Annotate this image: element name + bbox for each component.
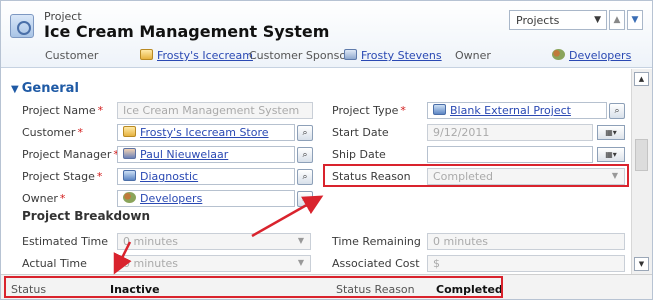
project-stage-lookup-icon[interactable]: ⌕ xyxy=(297,169,313,185)
estimated-time-label: Estimated Time xyxy=(22,235,108,248)
project-type-lookup-icon[interactable]: ⌕ xyxy=(609,103,625,119)
project-type-field[interactable]: Blank External Project xyxy=(427,102,607,119)
ship-date-calendar-icon[interactable]: ▦▾ xyxy=(597,147,625,162)
header-customer-link[interactable]: Frosty's Icecream xyxy=(140,49,253,62)
project-name-label: Project Name * xyxy=(22,104,104,117)
associated-cost-field[interactable]: $ xyxy=(427,255,625,272)
project-breakdown-heading: Project Breakdown xyxy=(22,209,150,223)
header-owner-link[interactable]: Developers xyxy=(552,49,631,62)
project-icon xyxy=(10,14,34,38)
ship-date-field[interactable] xyxy=(427,146,593,163)
associated-cost-label: Associated Cost xyxy=(332,257,420,270)
chevron-down-icon: ▼ xyxy=(297,236,304,245)
customer-lookup-icon[interactable]: ⌕ xyxy=(297,125,313,141)
collapse-icon: ▼ xyxy=(11,84,19,95)
ship-date-label: Ship Date xyxy=(332,148,386,161)
customer-label: Customer * xyxy=(22,126,83,139)
team-icon xyxy=(552,49,565,60)
project-manager-label: Project Manager* xyxy=(22,148,119,161)
chevron-down-icon: ▼ xyxy=(594,15,601,25)
header-owner-label: Owner xyxy=(455,49,491,62)
record-title: Ice Cream Management System xyxy=(44,22,330,41)
project-stage-field[interactable]: Diagnostic xyxy=(117,168,295,185)
scroll-up-icon[interactable]: ▲ xyxy=(634,72,649,86)
estimated-time-field[interactable]: 0 minutes ▼ xyxy=(117,233,311,250)
account-icon xyxy=(123,126,136,137)
status-reason-highlight xyxy=(323,164,629,187)
project-manager-field[interactable]: Paul Nieuwelaar xyxy=(117,146,295,163)
owner-lookup-icon[interactable]: ⌕ xyxy=(297,191,313,207)
owner-label: Owner * xyxy=(22,192,66,205)
status-bar-highlight xyxy=(4,276,503,298)
next-record-button[interactable]: ▼ xyxy=(627,10,643,30)
project-type-label: Project Type * xyxy=(332,104,406,117)
chevron-down-icon: ▼ xyxy=(297,258,304,267)
owner-field[interactable]: Developers xyxy=(117,190,295,207)
scrollbar-thumb[interactable] xyxy=(635,139,648,171)
project-stage-icon xyxy=(123,170,136,181)
time-remaining-field[interactable]: 0 minutes xyxy=(427,233,625,250)
scroll-down-icon[interactable]: ▼ xyxy=(634,257,649,271)
project-stage-label: Project Stage * xyxy=(22,170,103,183)
start-date-calendar-icon[interactable]: ▦▾ xyxy=(597,125,625,140)
contact-icon xyxy=(344,49,357,60)
customer-field[interactable]: Frosty's Icecream Store xyxy=(117,124,295,141)
account-icon xyxy=(140,49,153,60)
time-remaining-label: Time Remaining xyxy=(332,235,421,248)
section-general[interactable]: ▼ General xyxy=(11,81,79,96)
project-manager-lookup-icon[interactable]: ⌕ xyxy=(297,147,313,163)
previous-record-button[interactable]: ▲ xyxy=(609,10,625,30)
user-icon xyxy=(123,148,136,159)
start-date-label: Start Date xyxy=(332,126,389,139)
form-selector[interactable]: Projects ▼ xyxy=(509,10,607,30)
project-type-icon xyxy=(433,104,446,115)
form-selector-value: Projects xyxy=(516,14,560,27)
team-icon xyxy=(123,192,136,203)
actual-time-label: Actual Time xyxy=(22,257,87,270)
actual-time-field[interactable]: 0 minutes ▼ xyxy=(117,255,311,272)
header-customer-sponsor-link[interactable]: Frosty Stevens xyxy=(344,49,442,62)
project-name-field[interactable]: Ice Cream Management System xyxy=(117,102,313,119)
header-customer-sponsor-label: Customer Sponsor xyxy=(249,49,351,62)
vertical-scrollbar[interactable]: ▲ ▼ xyxy=(631,69,652,274)
start-date-field[interactable]: 9/12/2011 xyxy=(427,124,593,141)
header-customer-label: Customer xyxy=(45,49,99,62)
form-header: Project Ice Cream Management System Proj… xyxy=(1,1,652,68)
